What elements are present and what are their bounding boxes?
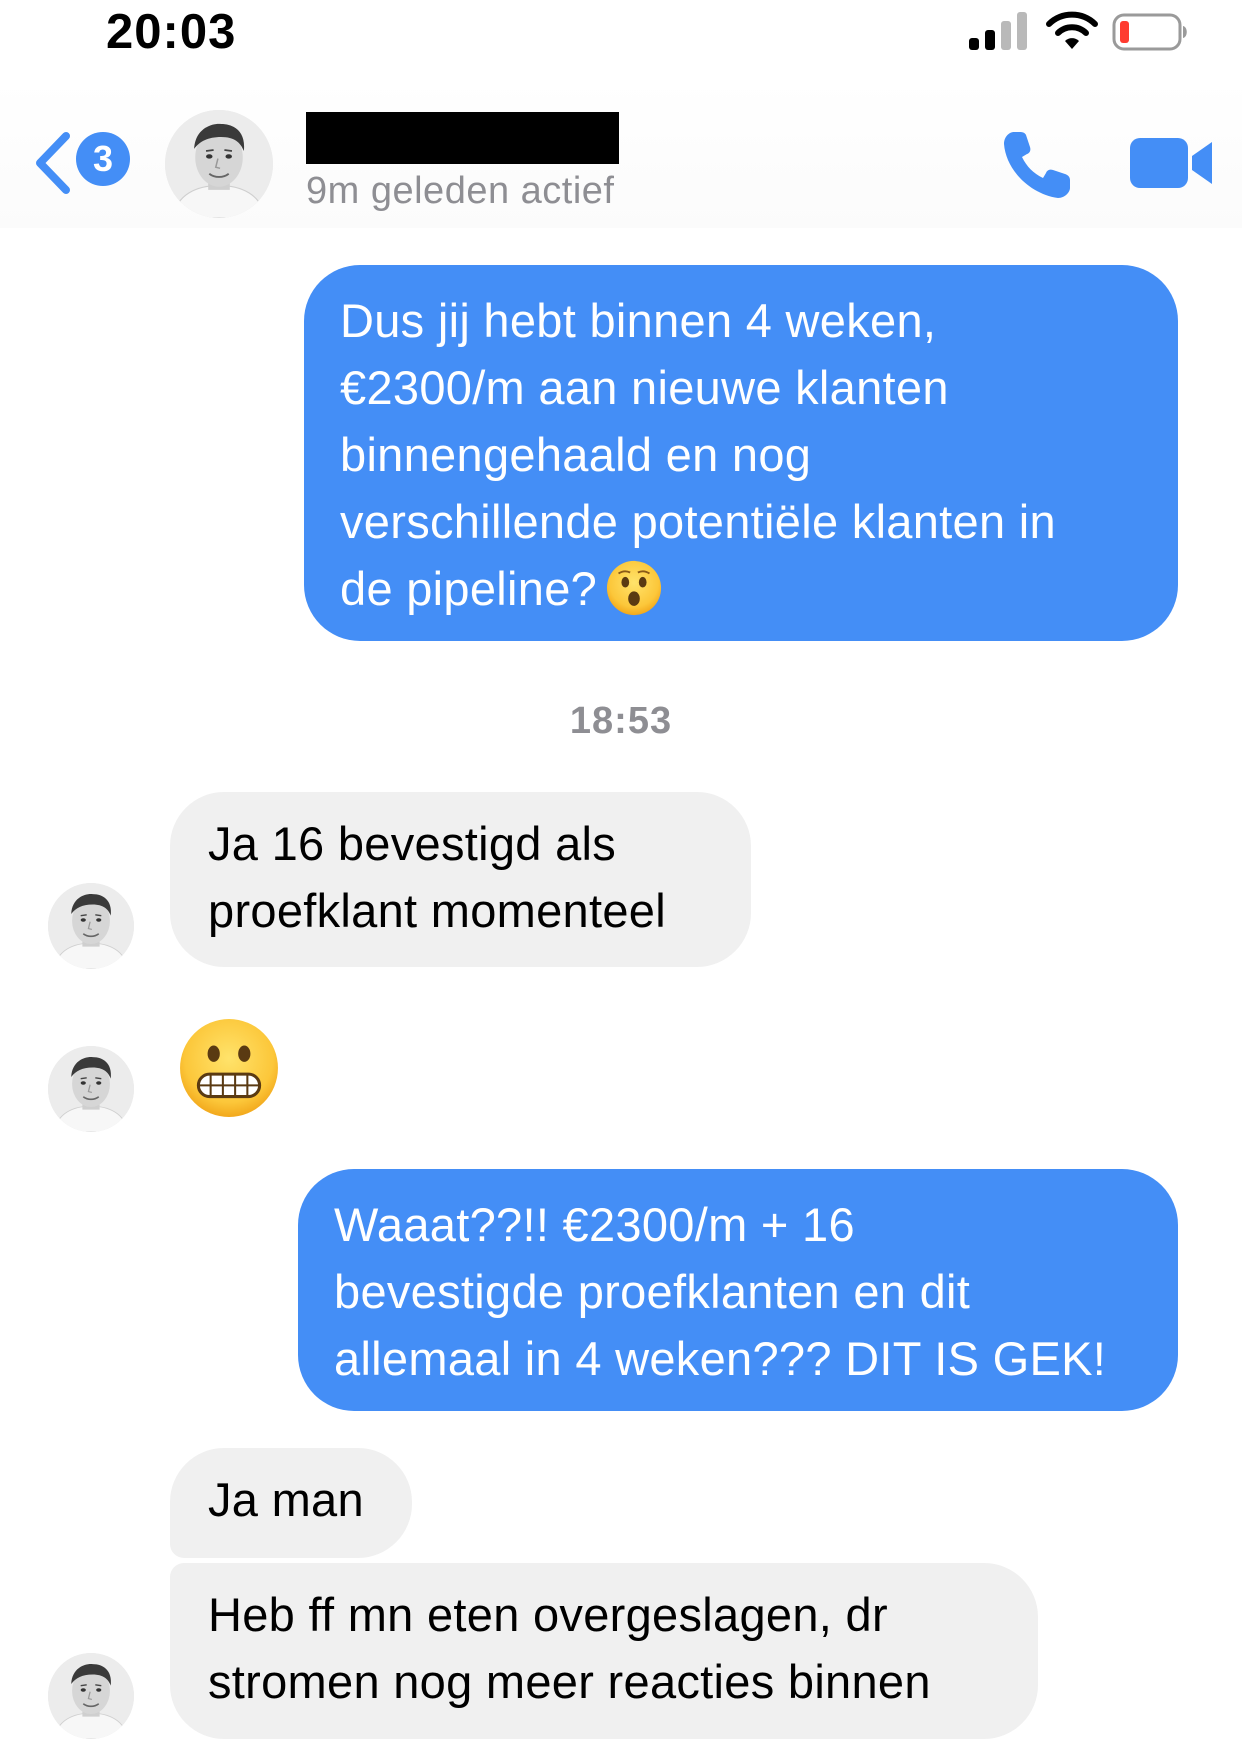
- message-line: proefklant momenteel: [208, 884, 666, 937]
- message-line: Waaat??!! €2300/m + 16: [334, 1198, 855, 1251]
- hushed-face-emoji: [607, 560, 662, 616]
- contact-name-redacted[interactable]: [306, 112, 619, 164]
- message-line: Heb ff mn eten overgeslagen, dr: [208, 1588, 888, 1641]
- battery-icon: [1112, 13, 1187, 51]
- message-bubble-outgoing[interactable]: Dus jij hebt binnen 4 weken, €2300/m aan…: [304, 265, 1178, 641]
- signal-icon: [969, 12, 1027, 50]
- message-text: de pipeline?: [340, 562, 598, 615]
- presence-status: 9m geleden actief: [306, 170, 615, 212]
- grimacing-face-emoji[interactable]: [178, 1017, 280, 1119]
- wifi-icon: [1046, 11, 1098, 49]
- phone-icon[interactable]: [1000, 126, 1076, 202]
- message-line: verschillende potentiële klanten in: [340, 495, 1056, 548]
- message-bubble-outgoing[interactable]: Waaat??!! €2300/m + 16 bevestigde proefk…: [298, 1169, 1178, 1411]
- message-line: allemaal in 4 weken??? DIT IS GEK!: [334, 1332, 1107, 1385]
- video-camera-icon[interactable]: [1126, 132, 1216, 194]
- message-line: binnengehaald en nog: [340, 428, 812, 481]
- chevron-left-icon: [36, 132, 70, 194]
- sender-avatar[interactable]: [48, 1653, 134, 1739]
- messenger-conversation: 20:03 3 9m geleden actief Dus jij hebt b…: [0, 0, 1242, 1742]
- status-time: 20:03: [106, 5, 237, 59]
- message-bubble-incoming[interactable]: Heb ff mn eten overgeslagen, dr stromen …: [170, 1563, 1038, 1739]
- contact-avatar[interactable]: [165, 110, 273, 218]
- conversation-header: 3 9m geleden actief: [0, 80, 1242, 228]
- sender-avatar[interactable]: [48, 1046, 134, 1132]
- sender-avatar[interactable]: [48, 883, 134, 969]
- unread-badge[interactable]: 3: [76, 132, 130, 186]
- message-line: Ja man: [208, 1473, 364, 1526]
- message-line: €2300/m aan nieuwe klanten: [340, 361, 949, 414]
- message-line: de pipeline?: [340, 555, 1142, 622]
- message-line: bevestigde proefklanten en dit: [334, 1265, 971, 1318]
- message-timestamp: 18:53: [569, 700, 673, 742]
- message-line: stromen nog meer reacties binnen: [208, 1655, 931, 1708]
- message-bubble-incoming[interactable]: Ja 16 bevestigd als proefklant momenteel: [170, 792, 751, 967]
- message-bubble-incoming[interactable]: Ja man: [170, 1448, 412, 1558]
- message-line: Dus jij hebt binnen 4 weken,: [340, 294, 937, 347]
- message-line: Ja 16 bevestigd als: [208, 817, 617, 870]
